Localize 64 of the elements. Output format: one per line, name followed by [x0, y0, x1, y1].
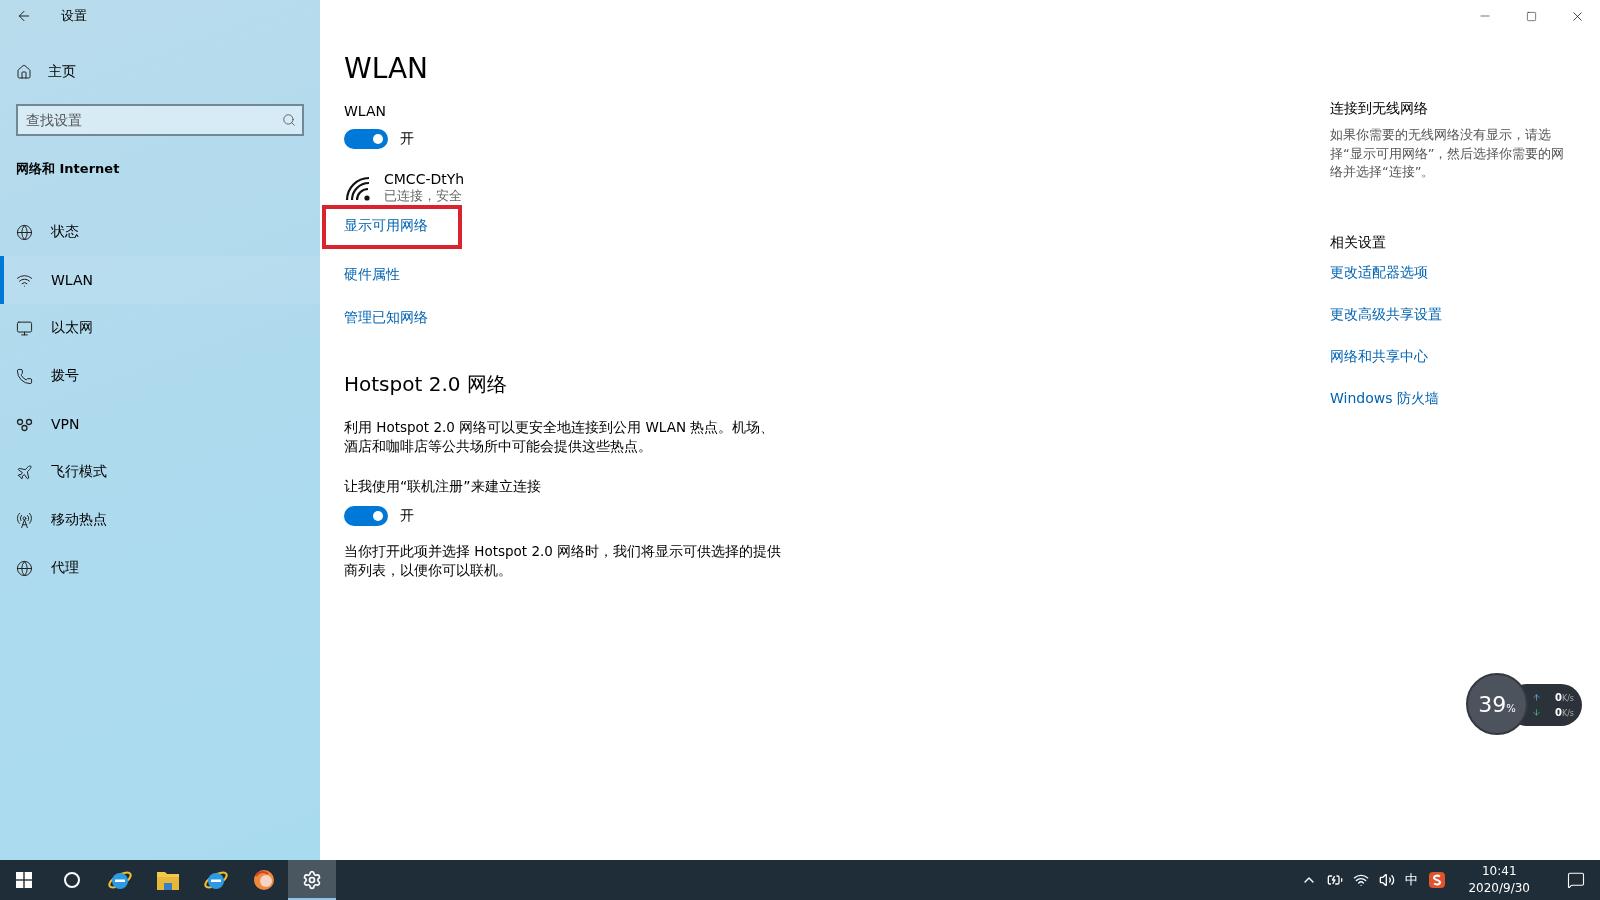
toggle-switch[interactable]: [344, 506, 388, 526]
help-text: 如果你需要的无线网络没有显示，请选择“显示可用网络”，然后选择你需要的网络并选择“连接”。: [1330, 126, 1566, 181]
wifi-icon[interactable]: [1353, 872, 1370, 888]
globe-icon: [16, 559, 33, 577]
taskbar-app[interactable]: [288, 860, 336, 900]
toggle-state: 开: [400, 130, 414, 148]
toggle-state: 开: [400, 507, 414, 525]
download-arrow-icon: [1532, 708, 1541, 717]
aside-heading: 相关设置: [1330, 233, 1387, 252]
cpu-percent: 39: [1478, 691, 1507, 717]
section-heading: Hotspot 2.0 网络: [344, 371, 508, 398]
sidebar-item[interactable]: 移动热点: [0, 496, 320, 544]
upload-rate: 0: [1554, 692, 1562, 703]
related-link[interactable]: 网络和共享中心: [1330, 343, 1428, 370]
percent-unit: %: [1506, 702, 1516, 714]
phone-icon: [16, 367, 33, 385]
related-link[interactable]: Windows 防火墙: [1330, 385, 1439, 412]
network-status: 已连接，安全: [384, 187, 463, 205]
globe-icon: [16, 223, 33, 241]
folder-icon: [156, 869, 180, 891]
home-nav-item[interactable]: 主页: [0, 52, 320, 92]
speech-bubble-icon: [1567, 871, 1585, 889]
rate-unit: K/s: [1561, 709, 1574, 718]
window-title: 设置: [61, 7, 87, 25]
network-name: CMCC-DtYh: [384, 171, 465, 187]
taskbar-clock[interactable]: 10:41 2020/9/30: [1468, 863, 1530, 897]
settings-icon: [302, 870, 322, 890]
aside-heading: 连接到无线网络: [1330, 100, 1429, 118]
rate-unit: K/s: [1561, 694, 1574, 703]
related-link[interactable]: 更改适配器选项: [1330, 259, 1428, 286]
input-app-icon[interactable]: [1428, 871, 1447, 889]
antenna-icon: [16, 511, 33, 529]
monitor-icon: [16, 319, 33, 337]
restore-icon: [1525, 10, 1537, 22]
toggle-label: WLAN: [344, 103, 387, 119]
sidebar-item[interactable]: WLAN: [0, 256, 320, 304]
sidebar-item[interactable]: 状态: [0, 208, 320, 256]
settings-link[interactable]: 管理已知网络: [344, 305, 428, 331]
sidebar-item[interactable]: 拨号: [0, 352, 320, 400]
search-field[interactable]: 查找设置: [16, 104, 304, 136]
speaker-icon[interactable]: [1379, 872, 1396, 888]
related-link[interactable]: 更改高级共享设置: [1330, 301, 1442, 328]
sidebar-item[interactable]: 代理: [0, 544, 320, 592]
settings-link[interactable]: 硬件属性: [344, 262, 400, 288]
note-text: 当你打开此项并选择 Hotspot 2.0 网络时，我们将显示可供选择的提供商列表，以便你可以联机。: [344, 542, 783, 580]
sidebar-item[interactable]: 飞行模式: [0, 448, 320, 496]
browser-icon: [252, 868, 276, 892]
search-icon: [282, 113, 296, 127]
toggle-label: 让我使用“联机注册”来建立连接: [344, 478, 542, 496]
back-arrow-icon: [16, 8, 32, 24]
sidebar-item[interactable]: 以太网: [0, 304, 320, 352]
page-title: WLAN: [344, 52, 430, 85]
circle-icon: [63, 871, 81, 889]
sidebar-item[interactable]: VPN: [0, 400, 320, 448]
home-icon: [16, 64, 32, 80]
download-rate: 0: [1554, 707, 1562, 718]
section-title: 网络和 Internet: [16, 160, 121, 178]
windows-icon: [16, 872, 32, 888]
airplane-icon: [16, 463, 33, 481]
input-method-indicator[interactable]: 中: [1405, 871, 1419, 889]
description-text: 利用 Hotspot 2.0 网络可以更安全地连接到公用 WLAN 热点。机场、酒店和咖啡店等公共场所中可能会提供这些热点。: [344, 418, 776, 456]
toggle-switch[interactable]: [344, 129, 388, 149]
upload-arrow-icon: [1532, 693, 1541, 702]
battery-icon[interactable]: [1327, 872, 1344, 888]
